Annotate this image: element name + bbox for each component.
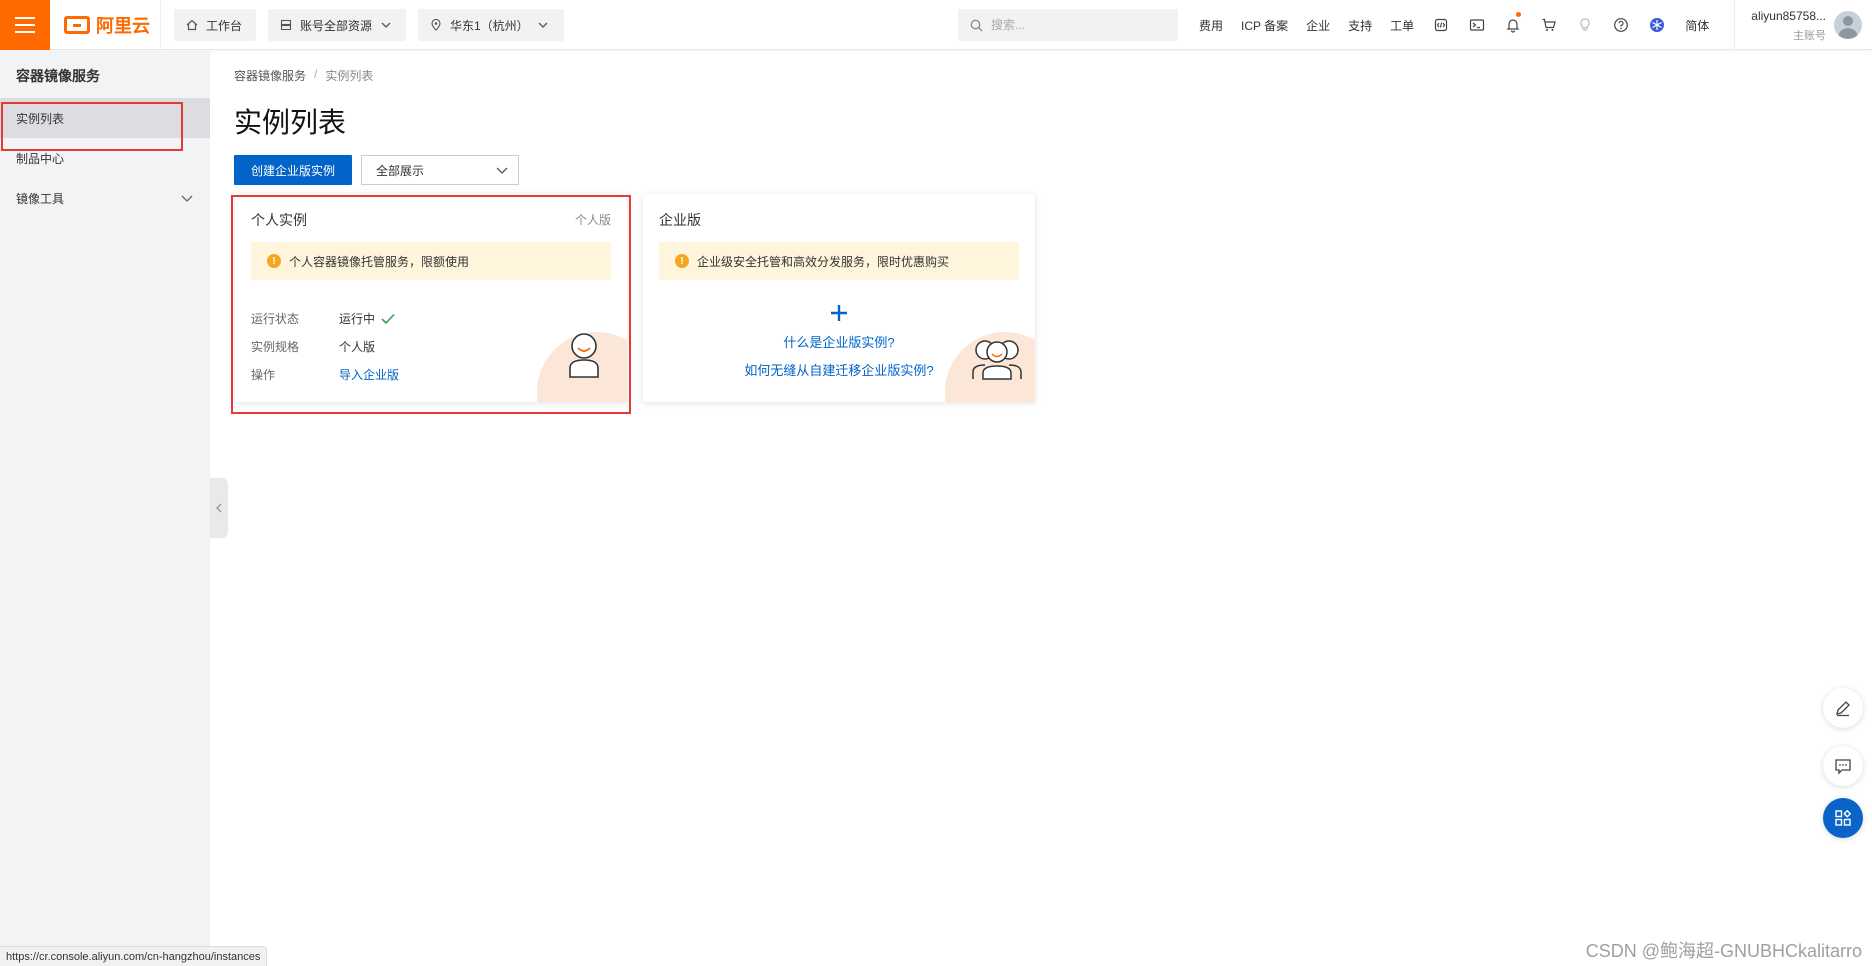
- plus-icon: [831, 305, 847, 321]
- breadcrumb: 容器镜像服务 / 实例列表: [234, 67, 373, 84]
- user-role: 主账号: [1793, 30, 1826, 42]
- nav-link-support[interactable]: 支持: [1339, 17, 1381, 34]
- create-enterprise-instance-button[interactable]: 创建企业版实例: [234, 155, 352, 185]
- workbench-label: 工作台: [206, 18, 243, 33]
- card-title: 企业版: [659, 212, 701, 228]
- language-switch[interactable]: 简体: [1675, 17, 1719, 34]
- aliyun-logo-icon: [64, 16, 90, 34]
- account-resources-dropdown[interactable]: 账号全部资源: [268, 9, 406, 41]
- page-title: 实例列表: [234, 107, 347, 138]
- breadcrumb-item-current: 实例列表: [325, 69, 374, 83]
- home-icon: [186, 19, 198, 31]
- nav-link-cost[interactable]: 费用: [1190, 17, 1232, 34]
- logo-text: 阿里云: [96, 16, 150, 36]
- chevron-down-icon: [381, 22, 391, 28]
- app-grid-button[interactable]: [1823, 798, 1863, 838]
- sidebar-item-label: 镜像工具: [16, 191, 65, 206]
- instance-filter-select[interactable]: 全部展示: [361, 155, 519, 185]
- chevron-down-icon: [538, 22, 548, 28]
- notice-banner: ! 企业级安全托管和高效分发服务，限时优惠购买: [659, 242, 1019, 280]
- help-icon[interactable]: [1603, 0, 1639, 50]
- chat-icon: [1835, 759, 1851, 775]
- server-icon: [280, 19, 292, 31]
- top-divider: [160, 0, 161, 50]
- location-pin-icon: [431, 19, 441, 31]
- user-info[interactable]: aliyun85758... 主账号: [1744, 9, 1826, 43]
- chat-button[interactable]: [1823, 746, 1863, 786]
- nav-link-ticket[interactable]: 工单: [1381, 17, 1423, 34]
- cart-icon[interactable]: [1531, 0, 1567, 50]
- team-illustration-icon: [972, 340, 1022, 380]
- sidebar: 容器镜像服务 实例列表 制品中心 镜像工具: [0, 51, 210, 966]
- terminal-icon[interactable]: [1459, 0, 1495, 50]
- search-input[interactable]: [991, 18, 1161, 32]
- chevron-down-icon: [496, 167, 508, 174]
- aliyun-logo[interactable]: 阿里云: [64, 13, 150, 37]
- sidebar-collapse-handle[interactable]: [210, 478, 228, 538]
- pencil-icon: [1836, 701, 1850, 717]
- search-icon: [970, 19, 983, 31]
- highlight-box-personal-card: [231, 195, 631, 414]
- chevron-down-icon: [181, 195, 193, 202]
- highlight-box-sidebar: [1, 102, 183, 151]
- account-resources-label: 账号全部资源: [300, 18, 373, 33]
- nav-link-icp[interactable]: ICP 备案: [1232, 17, 1297, 34]
- hamburger-menu-icon[interactable]: [0, 0, 50, 50]
- instance-filter-value: 全部展示: [376, 163, 425, 178]
- warning-icon: !: [675, 254, 689, 268]
- watermark: CSDN @鲍海超-GNUBHCkalitarro: [1585, 941, 1862, 961]
- nav-link-enterprise[interactable]: 企业: [1297, 17, 1339, 34]
- edit-feedback-button[interactable]: [1823, 688, 1863, 728]
- top-nav-links: 费用 ICP 备案 企业 支持 工单 简体: [1190, 0, 1719, 50]
- avatar[interactable]: [1834, 11, 1862, 39]
- browser-status-url: https://cr.console.aliyun.com/cn-hangzho…: [0, 946, 268, 966]
- ai-assistant-icon[interactable]: [1639, 0, 1675, 50]
- add-enterprise-instance-button[interactable]: [643, 304, 1035, 325]
- lightbulb-icon[interactable]: [1567, 0, 1603, 50]
- global-search[interactable]: [958, 9, 1178, 41]
- user-name: aliyun85758...: [1751, 9, 1826, 23]
- sidebar-item-image-tools[interactable]: 镜像工具: [0, 178, 210, 218]
- enterprise-instance-card[interactable]: 企业版 ! 企业级安全托管和高效分发服务，限时优惠购买 什么是企业版实例? 如何…: [643, 194, 1035, 402]
- breadcrumb-separator: /: [314, 67, 318, 81]
- user-divider: [1734, 0, 1735, 50]
- region-label: 华东1（杭州）: [450, 18, 529, 33]
- breadcrumb-item-service[interactable]: 容器镜像服务: [234, 67, 306, 84]
- chevron-left-icon: [216, 503, 222, 513]
- notification-bell-icon[interactable]: [1495, 0, 1531, 50]
- sidebar-title: 容器镜像服务: [16, 68, 100, 84]
- region-dropdown[interactable]: 华东1（杭州）: [418, 9, 564, 41]
- sidebar-item-label: 制品中心: [16, 151, 65, 166]
- top-bar: 阿里云 工作台 账号全部资源 华东1（杭州） 费用 ICP 备案 企业 支持 工…: [0, 0, 1872, 50]
- code-icon[interactable]: [1423, 0, 1459, 50]
- apps-icon: [1835, 809, 1852, 826]
- notice-text: 企业级安全托管和高效分发服务，限时优惠购买: [697, 254, 950, 269]
- workbench-button[interactable]: 工作台: [174, 9, 256, 41]
